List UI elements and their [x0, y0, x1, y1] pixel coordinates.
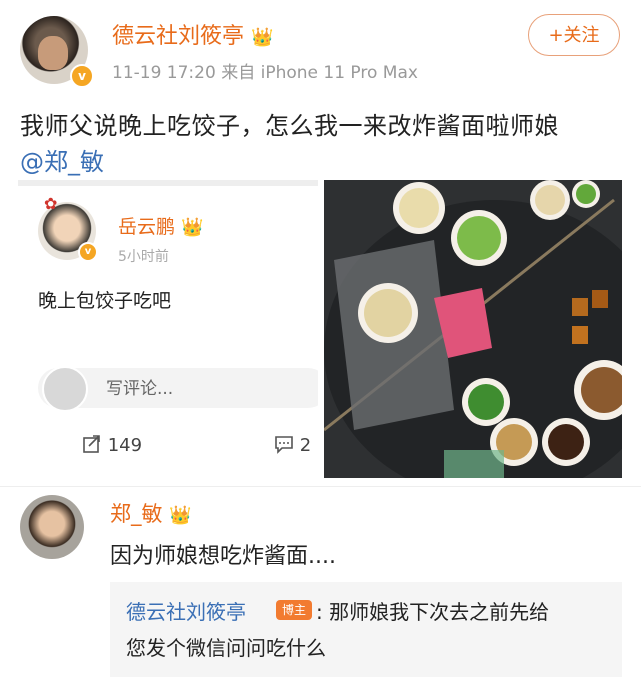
- post-source: 来自 iPhone 11 Pro Max: [221, 63, 418, 83]
- post-time: 11-19 17:20: [112, 63, 216, 83]
- poster-name-text[interactable]: 德云社刘筱亭: [112, 24, 244, 49]
- reply-author-text[interactable]: 郑_敏: [110, 502, 163, 526]
- share-count: 149: [107, 435, 143, 456]
- sub-reply-text-line1: : 那师娘我下次去之前先给: [316, 600, 550, 624]
- author-tag-badge: 博主: [276, 600, 312, 620]
- food-photo-illustration: [324, 180, 622, 478]
- post-text: 我师父说晚上吃饺子，怎么我一来改炸酱面啦师娘: [20, 112, 559, 140]
- crown-icon: 👑: [251, 27, 274, 48]
- embedded-text: 晚上包饺子吃吧: [38, 290, 172, 312]
- divider: [0, 486, 641, 487]
- comment-icon: [275, 436, 293, 454]
- poster-name[interactable]: 德云社刘筱亭 👑: [112, 18, 273, 50]
- card-top-bar: [18, 180, 318, 186]
- crown-icon: 👑: [169, 505, 192, 526]
- crown-icon: 👑: [181, 217, 204, 238]
- post-meta: 11-19 17:20 来自 iPhone 11 Pro Max: [112, 58, 418, 83]
- food-photo[interactable]: [324, 180, 622, 478]
- comment-count: 2: [299, 435, 312, 456]
- embedded-author: 岳云鹏 👑: [118, 212, 203, 239]
- comment-stat: 2: [274, 434, 311, 456]
- reply-avatar[interactable]: [20, 495, 84, 559]
- share-icon: [83, 435, 100, 453]
- share-stat: 149: [82, 434, 142, 456]
- sub-reply-text-line2: 您发个微信问问吃什么: [126, 636, 326, 660]
- sub-reply-author[interactable]: 德云社刘筱亭: [126, 596, 246, 625]
- embedded-screenshot: ✿ v 岳云鹏 👑 5小时前 晚上包饺子吃吧 写评论... 149 2: [18, 180, 318, 480]
- verified-badge-icon: v: [70, 64, 94, 88]
- verified-badge-icon: v: [78, 242, 98, 262]
- embedded-comment-avatar: [42, 366, 88, 412]
- sub-reply[interactable]: 德云社刘筱亭 博主 : 那师娘我下次去之前先给 您发个微信问问吃什么: [110, 582, 622, 677]
- decoration-bow-icon: ✿: [44, 194, 58, 213]
- embedded-author-text: 岳云鹏: [118, 216, 176, 238]
- embedded-time: 5小时前: [118, 249, 169, 265]
- reply-text: 因为师娘想吃炸酱面....: [110, 544, 336, 569]
- mention-link[interactable]: @郑_敏: [20, 142, 104, 177]
- follow-button[interactable]: +关注: [528, 14, 620, 56]
- embedded-comment-placeholder: 写评论...: [106, 379, 174, 399]
- reply-author[interactable]: 郑_敏 👑: [110, 498, 192, 528]
